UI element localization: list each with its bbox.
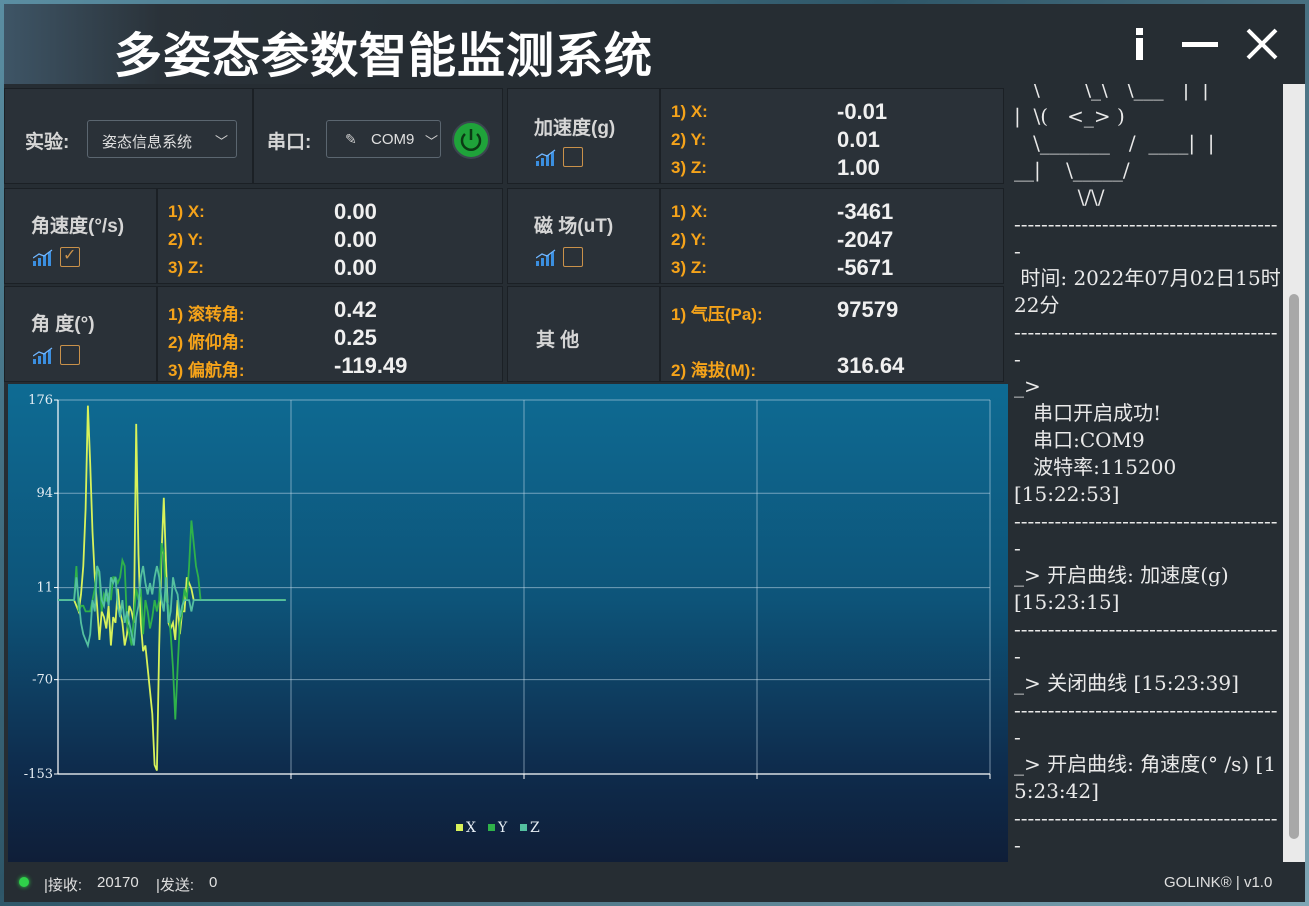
accel-y-label: 2) Y: — [671, 130, 707, 149]
y-tick-label: -153 — [24, 767, 53, 782]
accel-z-value: 1.00 — [837, 155, 880, 180]
send-value: 0 — [209, 874, 218, 891]
other-values-cell: 1) 气压(Pa): 2) 海拔(M): 97579 316.64 — [660, 286, 1004, 382]
y-tick-label: 11 — [36, 581, 53, 596]
gyro-label-cell: 角速度(°/s) — [4, 188, 157, 284]
legend-label-y: Y — [497, 820, 508, 836]
angle-label: 角 度(°) — [31, 314, 95, 335]
log-panel: \ \_\ \___ | | | \( <_> ) \_______ / ___… — [1008, 84, 1281, 862]
mag-y-label: 2) Y: — [671, 230, 707, 249]
accel-label: 加速度(g) — [534, 118, 616, 139]
y-tick-label: 176 — [28, 393, 53, 408]
log-scrollbar[interactable] — [1283, 84, 1305, 862]
accel-y-value: 0.01 — [837, 127, 880, 152]
plug-icon: ✎ — [345, 131, 357, 147]
pressure-label: 1) 气压(Pa): — [671, 305, 763, 324]
gyro-values-cell: 1) X: 2) Y: 3) Z: 0.00 0.00 0.00 — [157, 188, 503, 284]
close-icon — [1246, 28, 1278, 60]
y-tick-label: 94 — [36, 486, 53, 501]
mag-label-cell: 磁 场(uT) — [507, 188, 660, 284]
mag-y-value: -2047 — [837, 227, 894, 252]
other-label-cell: 其 他 — [507, 286, 660, 382]
power-icon — [460, 129, 482, 151]
legend-label-z: Z — [530, 820, 540, 836]
accel-z-label: 3) Z: — [671, 158, 707, 177]
accel-curve-checkbox[interactable] — [563, 147, 583, 167]
gyro-x-value: 0.00 — [334, 199, 377, 224]
accel-x-label: 1) X: — [671, 102, 708, 121]
connection-status-dot — [19, 877, 29, 887]
port-label: 串口: — [267, 132, 312, 153]
chart-signal-icon — [536, 249, 556, 266]
chart-svg: 176 94 11 -70 -153 X Y Z — [24, 393, 991, 836]
sensor-chart: 176 94 11 -70 -153 X Y Z — [8, 384, 1008, 862]
receive-value: 20170 — [97, 874, 139, 891]
gyro-curve-checkbox[interactable] — [60, 245, 80, 267]
altitude-value: 316.64 — [837, 353, 905, 378]
angle-yaw-value: -119.49 — [334, 353, 408, 378]
legend-swatch-x — [456, 824, 463, 831]
mag-curve-checkbox[interactable] — [563, 247, 583, 267]
chart-signal-icon — [33, 347, 53, 364]
mag-x-label: 1) X: — [671, 202, 708, 221]
info-icon — [1136, 28, 1143, 60]
accel-x-value: -0.01 — [837, 99, 888, 124]
series-line-y — [58, 520, 286, 720]
accel-label-cell: 加速度(g) — [507, 88, 660, 184]
mag-x-value: -3461 — [837, 199, 894, 224]
angle-values-cell: 1) 滚转角: 2) 俯仰角: 3) 偏航角: 0.42 0.25 -119.4… — [157, 286, 503, 382]
angle-roll-value: 0.42 — [334, 297, 377, 322]
scroll-thumb[interactable] — [1289, 294, 1299, 839]
info-button[interactable] — [1120, 24, 1160, 64]
y-tick-label: -70 — [32, 673, 53, 688]
angle-pitch-value: 0.25 — [334, 325, 377, 350]
minimize-icon — [1182, 42, 1218, 47]
power-button[interactable] — [452, 121, 490, 159]
experiment-select[interactable]: 姿态信息系统 ﹀ — [87, 120, 237, 158]
angle-pitch-label: 2) 俯仰角: — [168, 333, 245, 352]
gyro-label: 角速度(°/s) — [31, 216, 125, 237]
title-bar: 多姿态参数智能监测系统 — [4, 4, 1305, 84]
gyro-z-label: 3) Z: — [168, 258, 204, 277]
minimize-button[interactable] — [1180, 24, 1220, 64]
port-select-value: COM9 — [371, 131, 415, 148]
other-label: 其 他 — [536, 330, 580, 351]
legend-swatch-y — [488, 824, 495, 831]
main-window: 多姿态参数智能监测系统 实验: 姿态信息系统 ﹀ 串口: ✎ COM9 ﹀ 加速… — [4, 4, 1305, 902]
chart-signal-icon — [33, 249, 53, 266]
mag-z-value: -5671 — [837, 255, 894, 280]
angle-roll-label: 1) 滚转角: — [168, 305, 245, 324]
mag-z-label: 3) Z: — [671, 258, 707, 277]
chevron-down-icon: ﹀ — [214, 134, 228, 149]
brand-version: GOLINK® | v1.0 — [1164, 874, 1273, 891]
accel-values-cell: 1) X: 2) Y: 3) Z: -0.01 0.01 1.00 — [660, 88, 1004, 184]
close-button[interactable] — [1242, 24, 1282, 64]
chevron-down-icon: ﹀ — [424, 134, 438, 149]
gyro-y-label: 2) Y: — [168, 230, 204, 249]
gyro-y-value: 0.00 — [334, 227, 377, 252]
log-text: \ \_\ \___ | | | \( <_> ) \_______ / ___… — [1014, 84, 1281, 857]
experiment-cell: 实验: 姿态信息系统 ﹀ — [4, 88, 253, 184]
experiment-label: 实验: — [25, 132, 70, 153]
app-title: 多姿态参数智能监测系统 — [114, 28, 654, 84]
gyro-x-label: 1) X: — [168, 202, 205, 221]
port-select[interactable]: ✎ COM9 ﹀ — [326, 120, 441, 158]
angle-label-cell: 角 度(°) — [4, 286, 157, 382]
receive-label: |接收: — [44, 877, 83, 894]
status-bar: |接收: 20170 |发送: 0 GOLINK® | v1.0 — [4, 862, 1305, 902]
angle-curve-checkbox[interactable] — [60, 345, 80, 365]
port-cell: 串口: ✎ COM9 ﹀ — [253, 88, 503, 184]
angle-yaw-label: 3) 偏航角: — [168, 361, 245, 380]
altitude-label: 2) 海拔(M): — [671, 361, 756, 380]
legend-label-x: X — [466, 820, 476, 836]
send-label: |发送: — [156, 877, 195, 894]
experiment-select-value: 姿态信息系统 — [102, 134, 193, 151]
pressure-value: 97579 — [837, 297, 899, 322]
chart-signal-icon — [536, 149, 556, 166]
legend-swatch-z — [520, 824, 527, 831]
mag-label: 磁 场(uT) — [534, 216, 614, 237]
mag-values-cell: 1) X: 2) Y: 3) Z: -3461 -2047 -5671 — [660, 188, 1004, 284]
series-line-z — [58, 565, 286, 649]
gyro-z-value: 0.00 — [334, 255, 377, 280]
